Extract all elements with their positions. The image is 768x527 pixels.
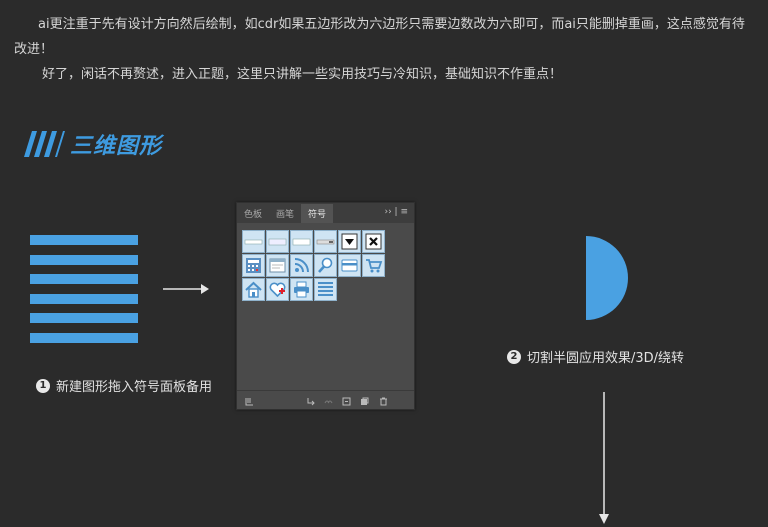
banner-4-icon[interactable] xyxy=(314,230,337,253)
banner-1-icon[interactable] xyxy=(242,230,265,253)
half-circle-shape xyxy=(586,236,628,320)
place-symbol-icon[interactable] xyxy=(306,397,315,406)
symbol-library-icon[interactable] xyxy=(245,397,254,406)
step-2-caption: 2 切割半圆应用效果/3D/绕转 xyxy=(507,347,684,366)
step-1-number: 1 xyxy=(36,378,50,393)
list-icon[interactable] xyxy=(314,278,337,301)
heart-plus-icon[interactable] xyxy=(266,278,289,301)
magnifier-icon[interactable] xyxy=(314,254,337,277)
tab-swatches[interactable]: 色板 xyxy=(237,204,269,223)
bar xyxy=(30,274,138,284)
panel-footer xyxy=(237,390,414,409)
arrow-down-icon xyxy=(599,392,609,524)
bar xyxy=(30,254,138,265)
step-1-label: 新建图形拖入符号面板备用 xyxy=(56,380,213,395)
calculator-icon[interactable] xyxy=(242,254,265,277)
panel-tab-bar: 色板 画笔 符号 ›› | ≡ xyxy=(237,203,414,223)
new-symbol-icon[interactable] xyxy=(360,397,369,406)
symbols-panel[interactable]: 色板 画笔 符号 ›› | ≡ xyxy=(236,202,415,410)
home-icon[interactable] xyxy=(242,278,265,301)
close-icon[interactable] xyxy=(362,230,385,253)
bar xyxy=(30,313,138,323)
section-heading: 三维图形 xyxy=(18,127,162,161)
intro-paragraph-2: 好了，闲话不再赘述，进入正题，这里只讲解一些实用技巧与冷知识，基础知识不作重点！ xyxy=(42,67,563,82)
section-title: 三维图形 xyxy=(70,134,163,159)
bar xyxy=(30,235,138,245)
tab-brushes[interactable]: 画笔 xyxy=(269,204,301,223)
dropdown-icon[interactable] xyxy=(338,230,361,253)
trash-icon[interactable] xyxy=(379,397,388,406)
banner-2-icon[interactable] xyxy=(266,230,289,253)
panel-menu-icon[interactable]: ›› | ≡ xyxy=(385,207,409,217)
symbol-options-icon[interactable] xyxy=(342,397,351,406)
cart-icon[interactable] xyxy=(362,254,385,277)
tab-symbols[interactable]: 符号 xyxy=(301,204,334,223)
bar xyxy=(30,332,138,343)
symbol-grid xyxy=(242,230,385,301)
credit-card-icon[interactable] xyxy=(338,254,361,277)
step-2-number: 2 xyxy=(507,349,521,364)
step-2-label: 切割半圆应用效果/3D/绕转 xyxy=(527,351,685,366)
banner-3-icon[interactable] xyxy=(290,230,313,253)
slashes-decoration-icon xyxy=(24,131,65,157)
intro-paragraph-1: ai更注重于先有设计方向然后绘制，如cdr如果五边形改为六边形只需要边数改为六即… xyxy=(14,17,745,57)
stacked-bars-shape xyxy=(30,235,138,352)
break-link-icon[interactable] xyxy=(324,397,333,406)
browser-window-icon[interactable] xyxy=(266,254,289,277)
arrow-right-icon xyxy=(163,284,209,294)
rss-icon[interactable] xyxy=(290,254,313,277)
bar xyxy=(30,293,138,304)
step-1-caption: 1 新建图形拖入符号面板备用 xyxy=(36,376,212,395)
printer-icon[interactable] xyxy=(290,278,313,301)
